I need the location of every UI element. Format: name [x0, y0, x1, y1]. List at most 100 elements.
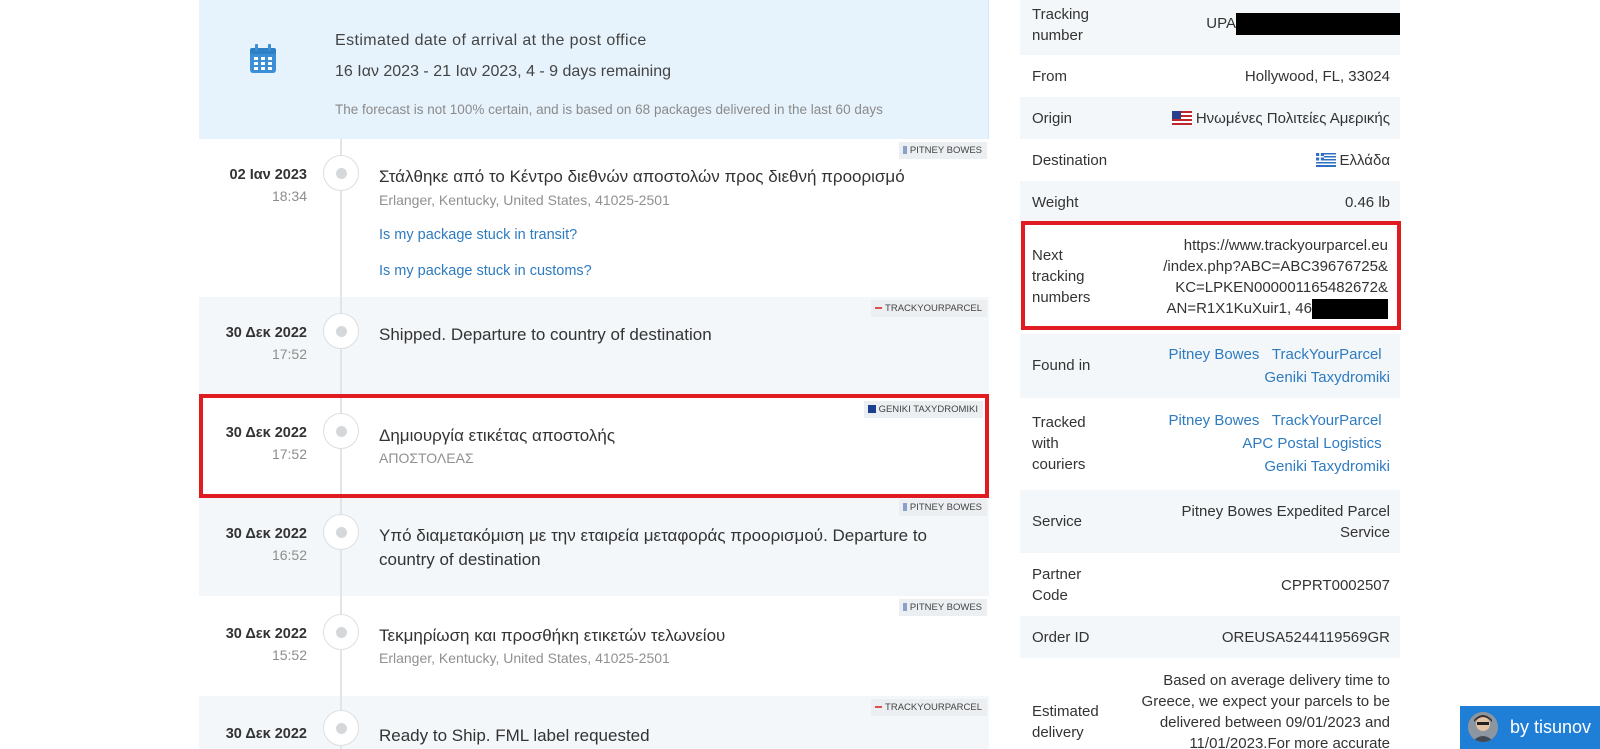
redaction-bar: [1312, 299, 1388, 320]
event-location: ΑΠΟΣΤΟΛΕΑΣ: [379, 450, 474, 466]
trackyourparcel-icon: [875, 307, 883, 309]
event-title: Shipped. Departure to country of destina…: [379, 325, 712, 344]
event-title: Τεκμηρίωση και προσθήκη ετικετών τελωνεί…: [379, 626, 726, 645]
tracking-timeline: Estimated date of arrival at the post of…: [199, 0, 989, 749]
info-row-from: From Hollywood, FL, 33024: [1020, 55, 1400, 97]
pitney-bowes-icon: [902, 603, 907, 611]
event-time: 17:52: [271, 446, 307, 462]
author-label: by tisunov: [1510, 717, 1592, 737]
event-location: Erlanger, Kentucky, United States, 41025…: [379, 192, 670, 208]
event-time: 18:34: [271, 188, 307, 204]
timeline-dot: [323, 710, 359, 746]
order-id-value: OREUSA5244119569GR: [1221, 629, 1390, 646]
timeline-dot: [323, 313, 359, 349]
timeline-event: 30 Δεκ 2022 16:52 Υπό διαμετακόμιση με τ…: [199, 496, 989, 596]
event-time: 15:52: [271, 647, 307, 663]
tracking-number-value: UPA: [1206, 13, 1400, 36]
timeline-event: 30 Δεκ 2022 17:52 Shipped. Departure to …: [199, 297, 989, 395]
event-title: Στάλθηκε από το Κέντρο διεθνών αποστολών…: [379, 167, 905, 186]
pitney-bowes-icon: [902, 146, 907, 154]
courier-badge: TRACKYOURPARCEL: [871, 300, 987, 317]
courier-link-trackyourparcel[interactable]: TrackYourParcel: [1272, 412, 1382, 429]
info-row-found-in: Found in Pitney Bowes TrackYourParcel Ge…: [1020, 334, 1400, 398]
info-row-estimated-delivery: Estimated delivery Based on average deliv…: [1020, 658, 1400, 749]
timeline-dot: [323, 614, 359, 650]
event-date: 30 Δεκ 2022: [225, 726, 307, 742]
info-row-weight: Weight 0.46 lb: [1020, 181, 1400, 223]
timeline-dot: [323, 155, 359, 191]
courier-badge: PITNEY BOWES: [898, 599, 987, 616]
info-label: Tracking number: [1032, 6, 1089, 44]
event-date: 02 Ιαν 2023: [229, 167, 307, 183]
estimated-delivery-value: Based on average delivery time to Greece…: [1141, 672, 1390, 749]
from-value: Hollywood, FL, 33024: [1244, 68, 1390, 85]
event-date: 30 Δεκ 2022: [225, 526, 307, 542]
info-label: Order ID: [1032, 629, 1090, 646]
info-label: Tracked with couriers: [1032, 414, 1086, 473]
event-title: Υπό διαμετακόμιση με την εταιρεία μεταφο…: [379, 526, 928, 569]
info-row-service: Service Pitney Bowes Expedited Parcel Ser…: [1020, 490, 1400, 553]
info-row-tracking-number: Tracking number UPA: [1020, 0, 1400, 55]
timeline-dot: [323, 514, 359, 550]
origin-value: Ηνωμένες Πολιτείες Αμερικής: [1171, 108, 1390, 129]
stuck-in-transit-link[interactable]: Is my package stuck in transit?: [379, 227, 577, 243]
avatar: [1468, 712, 1498, 742]
info-row-next-tracking: Next tracking numbers https://www.trackyou…: [1020, 223, 1400, 328]
courier-badge: TRACKYOURPARCEL: [871, 699, 987, 716]
courier-badge: PITNEY BOWES: [898, 499, 987, 516]
next-tracking-value: https://www.trackyourparcel.eu /index.ph…: [1163, 235, 1388, 320]
info-label: Next tracking numbers: [1032, 247, 1091, 306]
timeline-event: 30 Δεκ 2022 15:52 Τεκμηρίωση και προσθήκ…: [199, 596, 989, 696]
info-row-origin: Origin Ηνωμένες Πολιτείες Αμερικής: [1020, 97, 1400, 139]
partner-code-value: CPPRT0002507: [1281, 577, 1390, 594]
info-row-destination: Destination Ελλάδα: [1020, 139, 1400, 181]
info-label: Destination: [1032, 152, 1108, 169]
tracked-with-links: Pitney Bowes TrackYourParcel APC Postal …: [1168, 409, 1390, 478]
eta-range: 16 Ιαν 2023 - 21 Ιαν 2023, 4 - 9 days re…: [335, 63, 672, 80]
eta-title: Estimated date of arrival at the post of…: [335, 32, 647, 49]
geniki-taxydromiki-icon: [867, 405, 876, 413]
courier-badge: GENIKI TAXYDROMIKI: [863, 401, 983, 418]
event-date: 30 Δεκ 2022: [225, 626, 307, 642]
us-flag-icon: [1171, 111, 1192, 125]
info-label: Found in: [1032, 357, 1091, 374]
info-label: Weight: [1032, 194, 1079, 211]
event-time: 17:52: [271, 346, 307, 362]
info-label: Origin: [1032, 110, 1073, 127]
info-row-partner-code: Partner Code CPPRT0002507: [1020, 553, 1400, 616]
greece-flag-icon: [1315, 153, 1336, 167]
info-label: From: [1032, 68, 1067, 85]
courier-link-apc[interactable]: APC Postal Logistics: [1242, 435, 1381, 452]
destination-value: Ελλάδα: [1315, 150, 1390, 171]
courier-link-geniki[interactable]: Geniki Taxydromiki: [1264, 458, 1390, 475]
info-label: Partner Code: [1032, 566, 1082, 604]
timeline-event: 02 Ιαν 2023 18:34 Στάλθηκε από το Κέντρο…: [199, 139, 989, 297]
stuck-in-customs-link[interactable]: Is my package stuck in customs?: [379, 263, 592, 279]
event-title: Ready to Ship. FML label requested: [379, 726, 650, 745]
found-link-geniki[interactable]: Geniki Taxydromiki: [1264, 369, 1390, 386]
courier-badge: PITNEY BOWES: [898, 142, 987, 159]
trackyourparcel-icon: [875, 706, 883, 708]
info-label: Estimated delivery: [1032, 703, 1099, 741]
info-label: Service: [1032, 513, 1083, 530]
event-date: 30 Δεκ 2022: [225, 325, 307, 341]
author-badge[interactable]: by tisunov: [1460, 706, 1600, 749]
eta-note: The forecast is not 100% certain, and is…: [335, 102, 883, 117]
event-location: Erlanger, Kentucky, United States, 41025…: [379, 650, 670, 666]
courier-link-pitney-bowes[interactable]: Pitney Bowes: [1168, 412, 1259, 429]
event-title: Δημιουργία ετικέτας αποστολής: [379, 426, 616, 445]
event-date: 30 Δεκ 2022: [225, 425, 307, 441]
service-value: Pitney Bowes Expedited Parcel Service: [1181, 503, 1390, 541]
info-row-tracked-with: Tracked with couriers Pitney Bowes TrackYo…: [1020, 398, 1400, 490]
info-row-order-id: Order ID OREUSA5244119569GR: [1020, 616, 1400, 658]
redaction-bar: [1236, 13, 1400, 36]
weight-value: 0.46 lb: [1344, 194, 1390, 211]
found-link-pitney-bowes[interactable]: Pitney Bowes: [1168, 346, 1259, 363]
timeline-event: 30 Δεκ 2022 17:52 Δημιουργία ετικέτας απ…: [199, 395, 989, 496]
timeline-dot: [323, 413, 359, 449]
eta-banner: Estimated date of arrival at the post of…: [199, 0, 989, 139]
calendar-icon: [250, 44, 276, 73]
event-time: 16:52: [271, 547, 307, 563]
found-in-links: Pitney Bowes TrackYourParcel Geniki Taxy…: [1168, 343, 1390, 389]
found-link-trackyourparcel[interactable]: TrackYourParcel: [1272, 346, 1382, 363]
